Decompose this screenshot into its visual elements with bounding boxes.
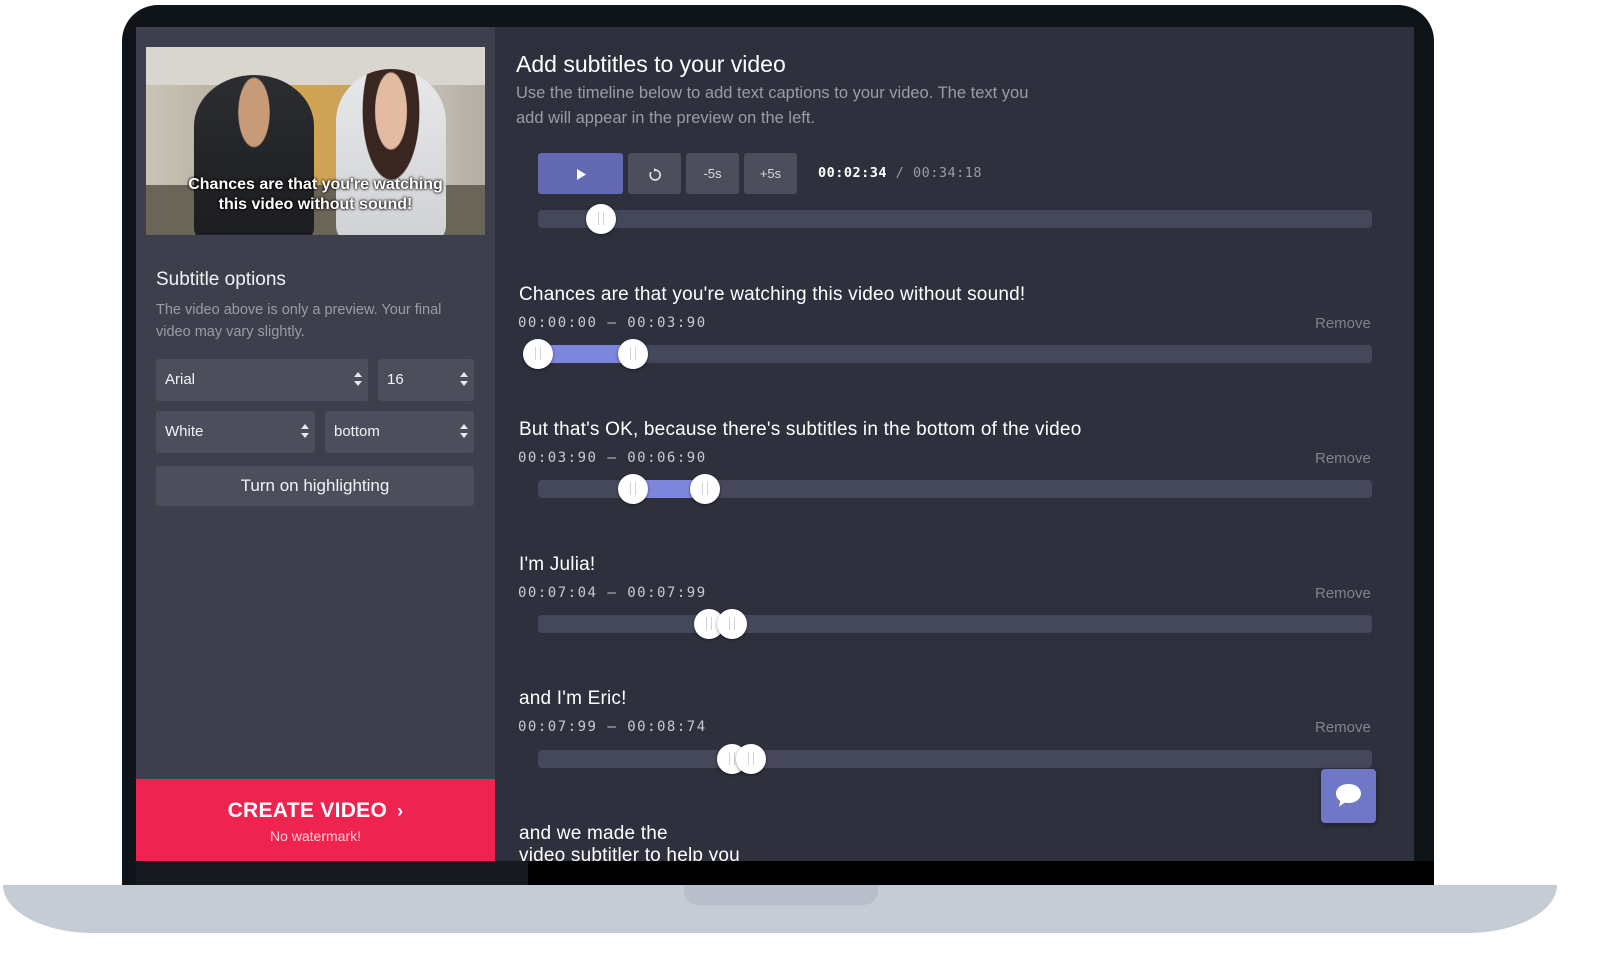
subtitle-range-track-4[interactable] [538,744,1372,774]
preview-caption: Chances are that you're watching this vi… [146,175,485,215]
subtitle-text-5-line1: and we made the [519,823,668,844]
current-time: 00:02:34 [818,165,888,181]
range-end-handle[interactable] [618,339,649,369]
time-separator: / [895,165,905,181]
select-arrows-icon [301,424,309,440]
playhead-handle[interactable] [585,204,616,234]
select-arrows-icon [460,372,468,388]
create-video-button[interactable]: CREATE VIDEO › No watermark! [136,779,495,861]
back-5s-button[interactable]: -5s [686,153,739,194]
subtitle-range-track-2[interactable] [538,474,1372,504]
select-arrows-icon [354,372,362,388]
font-select-value: Arial [165,371,196,388]
play-icon [576,169,586,181]
options-sidebar: Chances are that you're watching this vi… [136,27,495,861]
subtitle-options-description: The video above is only a preview. Your … [156,302,442,340]
chevron-right-icon: › [397,801,404,821]
subtitle-time-2: 00:03:90 – 00:06:90 [518,450,707,466]
font-size-select-value: 16 [387,371,404,388]
preview-ceiling [146,47,485,85]
range-start-handle[interactable] [523,339,553,369]
remove-subtitle-3[interactable]: Remove [1315,585,1371,602]
subtitle-options-title: Subtitle options [156,269,286,290]
time-display: 00:02:34 / 00:34:18 [818,165,982,181]
playback-timeline[interactable] [538,204,1372,234]
remove-subtitle-4[interactable]: Remove [1315,719,1371,736]
create-video-subtitle: No watermark! [269,828,362,844]
subtitle-time-3: 00:07:04 – 00:07:99 [518,585,707,601]
laptop-notch [684,885,878,905]
range-end-handle[interactable] [689,474,720,504]
font-size-select[interactable]: 16 [378,359,474,401]
select-arrows-icon [460,424,468,440]
remove-subtitle-2[interactable]: Remove [1315,450,1371,467]
remove-subtitle-1[interactable]: Remove [1315,315,1371,332]
subtitle-text-1[interactable]: Chances are that you're watching this vi… [519,284,1025,306]
restart-button[interactable] [628,153,681,194]
color-select[interactable]: White [156,411,315,453]
preview-caption-line1: Chances are that you're watching [188,176,443,193]
forward-5s-button[interactable]: +5s [744,153,797,194]
range-end-handle[interactable] [735,744,766,774]
create-video-label: CREATE VIDEO › [136,799,495,823]
chat-button[interactable] [1321,769,1376,823]
range-start-handle[interactable] [618,474,649,504]
highlighting-button[interactable]: Turn on highlighting [156,466,474,506]
create-video-text: CREATE VIDEO [227,799,388,822]
range-end-handle[interactable] [717,609,748,639]
chat-bubble-icon [1336,784,1361,807]
subtitle-text-4[interactable]: and I'm Eric! [519,688,627,710]
subtitle-range-track-1[interactable] [523,339,1372,369]
subtitle-text-5-line2: video subtitler to help you [519,845,740,861]
laptop-hinge [136,861,528,885]
subtitle-text-5[interactable]: and we made the video subtitler to help … [519,823,740,861]
subtitle-text-3[interactable]: I'm Julia! [519,554,595,576]
subtitle-range-track-3[interactable] [538,609,1372,639]
rotate-icon [648,167,661,181]
page-description: Use the timeline below to add text capti… [516,84,1029,127]
total-time: 00:34:18 [912,165,982,181]
laptop-hinge-dark [528,861,1434,885]
subtitle-time-4: 00:07:99 – 00:08:74 [518,719,707,735]
video-preview[interactable]: Chances are that you're watching this vi… [146,47,485,235]
app-screen: Chances are that you're watching this vi… [136,27,1414,861]
play-button[interactable] [538,153,623,194]
position-select-value: bottom [334,423,380,440]
subtitle-time-1: 00:00:00 – 00:03:90 [518,315,707,331]
color-select-value: White [165,423,204,440]
preview-caption-line2: this video without sound! [218,196,413,213]
page-title: Add subtitles to your video [516,51,786,77]
subtitle-text-2[interactable]: But that's OK, because there's subtitles… [519,419,1081,441]
font-select[interactable]: Arial [156,359,368,401]
position-select[interactable]: bottom [325,411,474,453]
